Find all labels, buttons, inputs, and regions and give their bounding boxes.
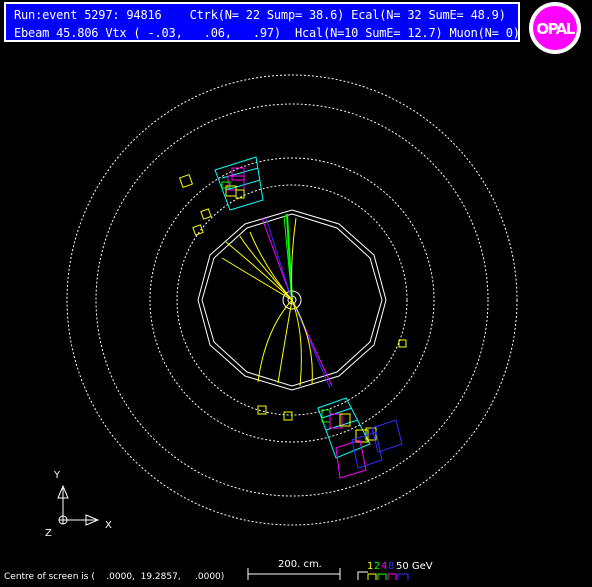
track-yellow-4 [239,235,293,301]
track-blue-down [291,299,331,389]
track-yellow-7 [277,299,293,384]
ecal-cluster-lower [257,339,407,479]
axis-indicator [57,484,100,526]
event-info-line1: Run:event 5297: 94816 Ctrk(N= 22 Sump= 3… [14,8,506,22]
event-display: Y X Z 200. cm. 1 2 4 8 50 GeV OPAL [45,2,581,580]
opal-logo: OPAL [529,2,581,54]
ecal-cluster-upper [178,156,264,236]
event-info-panel: Run:event 5297: 94816 Ctrk(N= 22 Sump= 3… [4,2,520,42]
track-yellow-8 [291,299,302,387]
track-yellow-9 [291,299,313,385]
centre-of-screen-text: Centre of screen is ( .0000, 19.2857, .0… [4,572,225,582]
opal-logo-text: OPAL [536,20,575,38]
event-info-line2: Ebeam 45.806 Vtx ( -.03, .06, .97) Hcal(… [14,26,520,40]
energy-legend [357,571,409,580]
x-axis-label: X [105,520,112,531]
energy-label-8: 8 [388,561,394,572]
scale-label: 200. cm. [278,559,322,570]
track-yellow-2 [221,257,293,301]
z-axis-label: Z [45,528,52,539]
energy-label-50gev: 50 GeV [396,561,433,572]
y-axis-label: Y [53,470,61,481]
tracks [221,213,333,389]
track-yellow-6 [257,299,293,383]
energy-label-4: 4 [381,561,387,572]
energy-label-2: 2 [374,561,380,572]
energy-label-1: 1 [367,561,373,572]
